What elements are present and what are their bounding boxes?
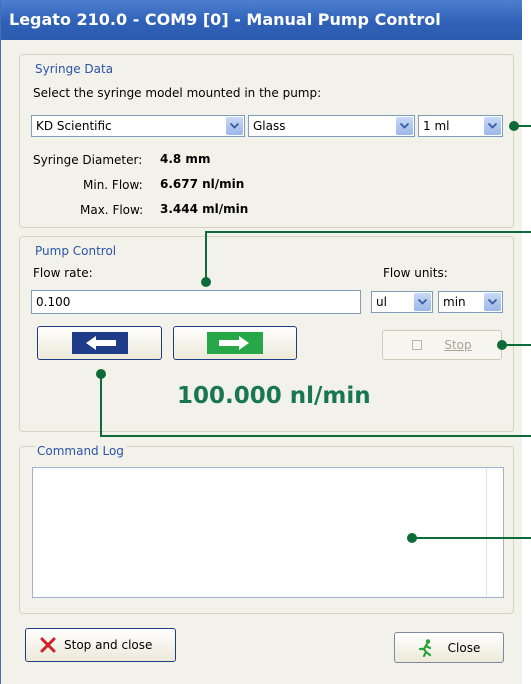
infuse-button[interactable] <box>173 326 297 360</box>
stop-button[interactable]: Stop <box>382 330 502 360</box>
chevron-down-icon[interactable] <box>396 117 413 135</box>
arrow-left-icon <box>71 332 128 354</box>
syringe-data-title: Syringe Data <box>35 62 114 76</box>
chevron-down-icon[interactable] <box>226 117 243 135</box>
annotation-dot <box>497 340 507 350</box>
stop-and-close-label: Stop and close <box>64 638 153 652</box>
close-x-icon <box>40 637 56 653</box>
pump-control-window: Legato 210.0 - COM9 [0] - Manual Pump Co… <box>0 0 531 684</box>
flow-units-label: Flow units: <box>383 266 448 280</box>
annotation-line <box>205 232 207 282</box>
running-man-icon <box>418 638 431 657</box>
command-log-area[interactable] <box>32 467 504 598</box>
syringe-instruction: Select the syringe model mounted in the … <box>33 86 322 100</box>
chevron-down-icon[interactable] <box>484 117 501 135</box>
withdraw-button[interactable] <box>37 326 162 360</box>
material-value: Glass <box>253 119 286 133</box>
close-button[interactable]: Close <box>394 632 504 663</box>
arrow-right-icon <box>207 332 263 354</box>
stop-and-close-button[interactable]: Stop and close <box>25 628 176 662</box>
annotation-line <box>205 231 531 233</box>
pump-control-title: Pump Control <box>35 244 117 258</box>
volume-unit-value: ul <box>376 295 387 309</box>
min-flow-value: 6.677 nl/min <box>160 177 245 191</box>
stop-label: Stop <box>444 338 472 352</box>
flow-rate-input[interactable]: 0.100 <box>31 290 361 314</box>
annotation-dot <box>201 277 211 287</box>
annotation-line <box>100 435 531 437</box>
flow-rate-label: Flow rate: <box>33 266 93 280</box>
max-flow-value: 3.444 ml/min <box>160 202 249 216</box>
syringe-data-group <box>19 54 514 228</box>
volume-unit-select[interactable]: ul <box>371 291 433 313</box>
manufacturer-value: KD Scientific <box>36 119 112 133</box>
annotation-dot <box>96 369 106 379</box>
command-log-title: Command Log <box>35 444 126 458</box>
annotation-dot <box>509 121 519 131</box>
volume-value: 1 ml <box>423 119 450 133</box>
annotation-line <box>413 537 531 539</box>
close-label: Close <box>447 640 481 655</box>
log-scrollbar[interactable] <box>486 468 503 597</box>
volume-select[interactable]: 1 ml <box>418 115 503 137</box>
current-flow-rate: 100.000 nl/min <box>177 383 371 409</box>
chevron-down-icon[interactable] <box>484 293 501 311</box>
max-flow-label: Max. Flow: <box>80 203 144 217</box>
manufacturer-select[interactable]: KD Scientific <box>31 115 245 137</box>
diameter-label: Syringe Diameter: <box>33 153 143 167</box>
diameter-value: 4.8 mm <box>160 152 211 166</box>
material-select[interactable]: Glass <box>248 115 415 137</box>
annotation-line <box>100 374 102 436</box>
stop-square-icon <box>412 340 423 350</box>
min-flow-label: Min. Flow: <box>83 178 143 192</box>
chevron-down-icon[interactable] <box>414 293 431 311</box>
annotation-dot <box>407 533 417 543</box>
time-unit-select[interactable]: min <box>438 291 503 313</box>
title-bar: Legato 210.0 - COM9 [0] - Manual Pump Co… <box>1 0 522 40</box>
time-unit-value: min <box>443 295 466 309</box>
